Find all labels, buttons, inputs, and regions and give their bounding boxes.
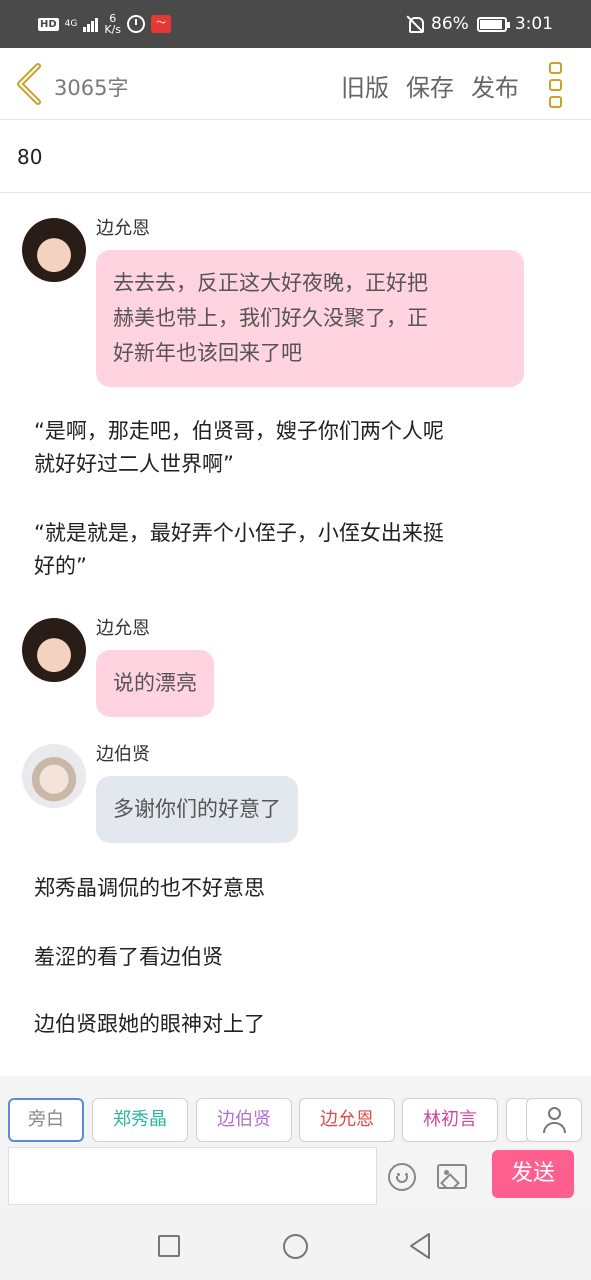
network-speed: 6 K/s [104,13,121,35]
narration-paragraph[interactable]: 郑秀晶调侃的也不好意思 [34,872,554,905]
message-bubble[interactable]: 多谢你们的好意了 [96,776,298,843]
chapter-number: 80 [17,145,43,169]
menu-dot-icon [549,96,562,108]
word-count: 3065字 [54,76,129,100]
bubble-line: 去去去，反正这大好夜晚，正好把 [113,271,428,295]
hd-badge: HD [38,17,59,31]
chapter-title-field[interactable]: 80 [0,121,591,193]
back-button[interactable] [14,62,48,106]
narration-line: 郑秀晶调侃的也不好意思 [34,876,265,900]
chevron-left-icon [17,63,41,105]
bubble-line: 多谢你们的好意了 [113,797,281,821]
menu-dot-icon [549,62,562,74]
top-actions: 旧版 保存 发布 [341,68,519,103]
avatar[interactable] [22,744,86,808]
narration-paragraph[interactable]: 羞涩的看了看边伯贤 [34,941,554,974]
status-right: 86% 3:01 [407,10,553,38]
more-menu-button[interactable] [549,62,567,108]
sender-name: 边允恩 [96,218,150,239]
composer: 发送 [0,1146,591,1208]
dialog-message[interactable]: 边伯贤 多谢你们的好意了 [22,744,542,854]
person-icon-body [543,1122,566,1133]
person-icon [548,1107,561,1120]
role-chip[interactable]: 郑秀晶 [92,1098,188,1142]
old-version-button[interactable]: 旧版 [341,68,389,103]
status-bar: HD 4G 6 K/s 〜 86% 3:01 [0,0,591,48]
narration-line: 好的” [34,554,87,578]
narration-paragraph[interactable]: “就是就是，最好弄个小侄子，小侄女出来挺 好的” [34,517,554,583]
narration-line: 边伯贤跟她的眼神对上了 [34,1012,265,1036]
role-selector-bar: 旁白 郑秀晶 边伯贤 边允恩 林初言 [0,1076,591,1146]
signal-icon [83,16,99,32]
system-navigation-bar [0,1208,591,1280]
dialog-message[interactable]: 边允恩 说的漂亮 [22,618,542,728]
narration-paragraph[interactable]: 边伯贤跟她的眼神对上了 [34,1008,554,1041]
image-icon[interactable] [437,1164,467,1189]
narration-line: 就好好过二人世界啊” [34,452,234,476]
alarm-icon [127,15,146,33]
home-icon[interactable] [283,1234,308,1259]
message-bubble[interactable]: 说的漂亮 [96,650,214,717]
add-role-button[interactable] [526,1098,582,1142]
battery-icon [476,16,510,32]
back-triangle-icon[interactable] [408,1232,432,1260]
recent-apps-icon[interactable] [158,1235,180,1257]
narration-line: 羞涩的看了看边伯贤 [34,945,223,969]
bubble-line: 说的漂亮 [113,671,197,695]
save-button[interactable]: 保存 [406,68,454,103]
dialog-message[interactable]: 边允恩 去去去，反正这大好夜晚，正好把 赫美也带上，我们好久没聚了，正 好新年也… [22,218,542,388]
role-chip[interactable]: 边允恩 [299,1098,395,1142]
publish-button[interactable]: 发布 [471,68,519,103]
network-type: 4G [64,18,78,29]
sender-name: 边伯贤 [96,744,150,765]
story-content[interactable]: 边允恩 去去去，反正这大好夜晚，正好把 赫美也带上，我们好久没聚了，正 好新年也… [0,194,591,1076]
battery-percent: 86% [431,14,469,34]
sender-name: 边允恩 [96,618,150,639]
status-left: HD 4G 6 K/s 〜 [38,10,172,38]
clock: 3:01 [514,14,553,34]
avatar[interactable] [22,218,86,282]
narration-line: “就是就是，最好弄个小侄子，小侄女出来挺 [34,521,444,545]
battery-fill [479,19,503,29]
bubble-line: 好新年也该回来了吧 [113,341,302,365]
narration-line: “是啊，那走吧，伯贤哥，嫂子你们两个人呢 [34,419,444,443]
app-notification-icon: 〜 [151,15,172,33]
menu-dot-icon [549,79,562,91]
send-button[interactable]: 发送 [492,1150,574,1198]
message-input[interactable] [8,1147,377,1205]
message-bubble[interactable]: 去去去，反正这大好夜晚，正好把 赫美也带上，我们好久没聚了，正 好新年也该回来了… [96,250,524,387]
role-chip[interactable]: 边伯贤 [196,1098,292,1142]
narration-paragraph[interactable]: “是啊，那走吧，伯贤哥，嫂子你们两个人呢 就好好过二人世界啊” [34,415,554,481]
role-chip-narrator[interactable]: 旁白 [8,1098,84,1142]
speed-unit: K/s [104,23,122,36]
bubble-line: 赫美也带上，我们好久没聚了，正 [113,306,428,330]
editor-top-bar: 3065字 旧版 保存 发布 [0,48,591,120]
role-chip[interactable]: 林初言 [402,1098,498,1142]
bell-off-icon [407,15,425,33]
emoji-icon[interactable] [388,1163,416,1191]
avatar[interactable] [22,618,86,682]
